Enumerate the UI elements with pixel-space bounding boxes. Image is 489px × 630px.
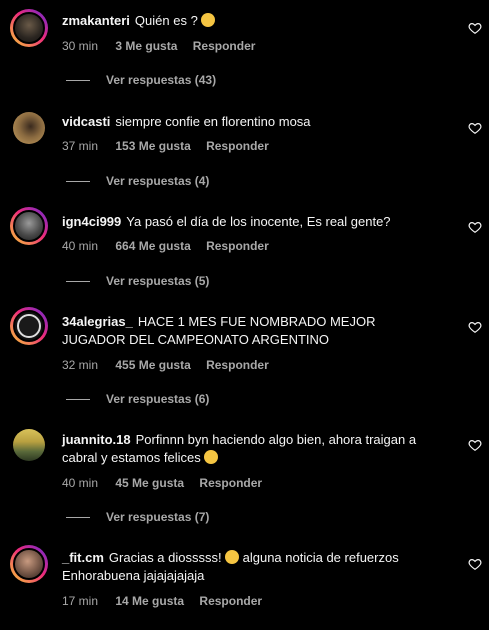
- avatar[interactable]: [10, 109, 48, 147]
- avatar[interactable]: [10, 9, 48, 47]
- comment-likes[interactable]: 45 Me gusta: [115, 476, 184, 490]
- comment-username[interactable]: _fit.cm: [62, 550, 104, 565]
- heart-outline-icon[interactable]: [468, 21, 482, 35]
- comment-time: 40 min: [62, 476, 99, 490]
- view-replies-label: Ver respuestas (5): [106, 274, 210, 288]
- emoji-icon: [203, 450, 218, 464]
- heart-outline-icon[interactable]: [468, 557, 482, 571]
- view-replies-label: Ver respuestas (6): [106, 392, 210, 406]
- comment-username[interactable]: vidcasti: [62, 114, 110, 129]
- comment-likes[interactable]: 153 Me gusta: [115, 139, 190, 153]
- heart-outline-icon[interactable]: [468, 121, 482, 135]
- avatar[interactable]: [10, 207, 48, 245]
- comment-likes[interactable]: 14 Me gusta: [115, 594, 184, 608]
- comment-meta: 30 min 3 Me gusta Responder: [62, 39, 255, 53]
- comment-likes[interactable]: 3 Me gusta: [115, 39, 177, 53]
- comment-text: _fit.cm Gracias a diosssss! alguna noticia…: [62, 549, 442, 585]
- view-replies-button[interactable]: Ver respuestas (6): [66, 392, 209, 406]
- replies-divider: [66, 281, 90, 283]
- comment-username[interactable]: 34alegrias_: [62, 314, 133, 329]
- view-replies-button[interactable]: Ver respuestas (7): [66, 510, 209, 524]
- comment-time: 40 min: [62, 239, 99, 253]
- replies-divider: [66, 517, 90, 519]
- emoji-icon: [224, 550, 239, 564]
- reply-button[interactable]: Responder: [199, 594, 262, 608]
- comment-text: zmakanteri Quién es ?: [62, 12, 442, 30]
- heart-outline-icon[interactable]: [468, 320, 482, 334]
- comment-text: 34alegrias_ HACE 1 MES FUE NOMBRADO MEJOR…: [62, 313, 442, 349]
- comment-meta: 32 min 455 Me gusta Responder: [62, 358, 269, 372]
- comment-username[interactable]: zmakanteri: [62, 13, 130, 28]
- view-replies-button[interactable]: Ver respuestas (5): [66, 274, 209, 288]
- comment-text: juannito.18 Porfinnn byn haciendo algo bi…: [62, 431, 442, 467]
- view-replies-button[interactable]: Ver respuestas (4): [66, 174, 209, 188]
- reply-button[interactable]: Responder: [199, 476, 262, 490]
- view-replies-label: Ver respuestas (7): [106, 510, 210, 524]
- comment-body: Quién es ?: [134, 13, 198, 28]
- comment-username[interactable]: ign4ci999: [62, 214, 121, 229]
- comment-body: siempre confie en florentino mosa: [115, 114, 311, 129]
- comment-meta: 40 min 45 Me gusta Responder: [62, 476, 262, 490]
- comment-meta: 40 min 664 Me gusta Responder: [62, 239, 269, 253]
- comment-meta: 17 min 14 Me gusta Responder: [62, 594, 262, 608]
- comment-time: 30 min: [62, 39, 99, 53]
- replies-divider: [66, 181, 90, 183]
- avatar[interactable]: [10, 426, 48, 464]
- comment-likes[interactable]: 455 Me gusta: [115, 358, 190, 372]
- comment-text: ign4ci999 Ya pasó el día de los inocente,…: [62, 213, 442, 231]
- comment-username[interactable]: juannito.18: [62, 432, 131, 447]
- view-replies-label: Ver respuestas (43): [106, 73, 217, 87]
- heart-outline-icon[interactable]: [468, 220, 482, 234]
- avatar[interactable]: [10, 307, 48, 345]
- comment-time: 17 min: [62, 594, 99, 608]
- avatar[interactable]: [10, 545, 48, 583]
- reply-button[interactable]: Responder: [206, 239, 269, 253]
- reply-button[interactable]: Responder: [206, 139, 269, 153]
- comment-text: vidcasti siempre confie en florentino mos…: [62, 113, 442, 131]
- comment-time: 32 min: [62, 358, 99, 372]
- view-replies-button[interactable]: Ver respuestas (43): [66, 73, 216, 87]
- view-replies-label: Ver respuestas (4): [106, 174, 210, 188]
- emoji-icon: [200, 13, 215, 27]
- comment-likes[interactable]: 664 Me gusta: [115, 239, 190, 253]
- heart-outline-icon[interactable]: [468, 438, 482, 452]
- replies-divider: [66, 80, 90, 82]
- comment-meta: 37 min 153 Me gusta Responder: [62, 139, 269, 153]
- reply-button[interactable]: Responder: [206, 358, 269, 372]
- comment-body: Gracias a diosssss!: [108, 550, 222, 565]
- comment-body: Ya pasó el día de los inocente, Es real …: [126, 214, 391, 229]
- replies-divider: [66, 399, 90, 401]
- reply-button[interactable]: Responder: [193, 39, 256, 53]
- comment-time: 37 min: [62, 139, 99, 153]
